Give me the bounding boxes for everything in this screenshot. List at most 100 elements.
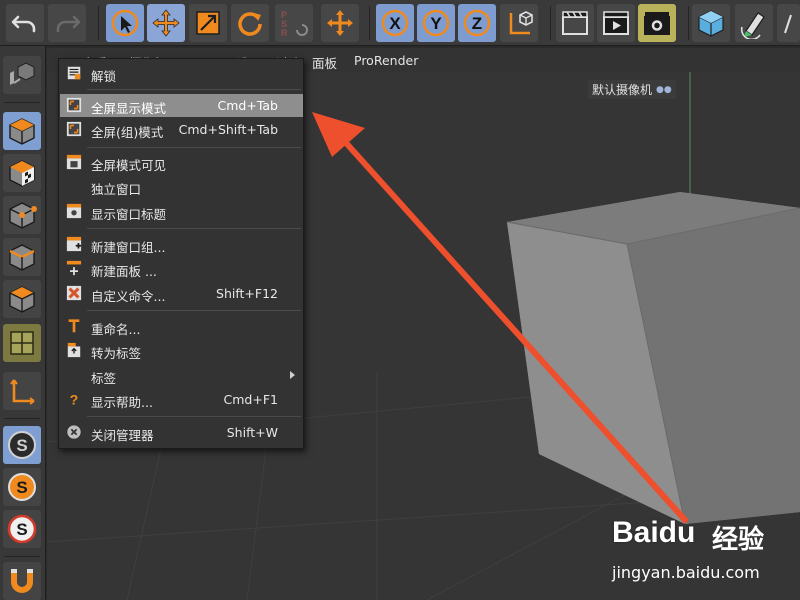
menu-item-show-help[interactable]: ? 显示帮助... Cmd+F1 [60,388,303,411]
y-axis-label: Y [430,14,442,33]
menu-item-fullscreen-mode[interactable]: 全屏显示模式 Cmd+Tab [60,94,303,117]
menu-item-rename[interactable]: 重命名... [60,315,303,338]
scale-icon [196,11,220,35]
close-manager-icon [65,423,83,441]
edge-mode-button[interactable] [3,238,41,276]
menu-item-convert-to-tab[interactable]: 转为标签 [60,339,303,362]
rotate-icon [238,12,262,36]
menu-item-label: 标签 [91,371,117,386]
menu-item-tabs-submenu[interactable]: 标签 [60,364,303,387]
menu-item-unlock[interactable]: 解锁 [60,62,303,85]
viewport-menu-panel[interactable]: 面板 [312,53,337,72]
custom-command-icon [65,284,83,302]
snap-toggle-button[interactable]: S [3,426,41,464]
menu-item-label: 新建面板 ... [91,264,157,279]
axis-mode-button[interactable] [3,372,41,410]
select-tool-button[interactable] [106,4,144,42]
render-picture-viewer-button[interactable] [597,4,635,42]
z-axis-icon: Z [463,9,491,37]
menu-item-close-manager[interactable]: 关闭管理器 Shift+W [60,421,303,444]
svg-text:S: S [16,436,27,455]
snap-icon: S [8,431,36,459]
menu-item-customize-commands[interactable]: 自定义命令... Shift+F12 [60,282,303,305]
pen-tool-button[interactable] [735,4,773,42]
texture-mode-icon [9,160,35,187]
z-axis-label: Z [472,14,482,33]
magnet-tool-button[interactable] [3,562,41,600]
snap-workplane-icon: S [7,514,37,544]
menu-item-label: 全屏(组)模式 [91,125,164,140]
menu-item-label: 显示帮助... [91,395,153,410]
menu-item-shortcut: Cmd+F1 [223,392,278,407]
x-axis-button[interactable]: X [376,4,414,42]
model-mode-button[interactable] [3,112,41,150]
clapper-icon [562,11,588,35]
menu-item-label: 关闭管理器 [91,428,154,443]
psr-icon: PSR [281,10,308,38]
move-dropdown-button[interactable] [321,4,359,42]
make-editable-icon [10,62,35,85]
cube-object[interactable] [506,192,800,525]
model-mode-icon [9,118,35,145]
menu-item-new-panel[interactable]: 新建面板 ... [60,257,303,280]
panel-context-menu: 解锁 全屏显示模式 Cmd+Tab 全屏(组)模式 Cmd+Shift+Tab … [58,58,304,449]
window-title-icon [65,202,83,220]
x-axis-icon: X [381,9,409,37]
viewport-menu-prorender[interactable]: ProRender [354,53,418,68]
render-view-button[interactable] [556,4,594,42]
cube-primitive-button[interactable] [692,4,730,42]
svg-text:R: R [281,28,288,38]
make-editable-button[interactable] [3,56,41,94]
watermark-cn: 经验 [712,525,765,555]
menu-item-label: 全屏显示模式 [91,101,167,116]
snap-settings-button[interactable]: S [3,468,41,506]
uv-grid-icon [10,331,34,355]
help-icon: ? [65,390,83,408]
svg-text:?: ? [70,392,79,407]
snap-workplane-button[interactable]: S [3,510,41,548]
coordinate-system-button[interactable] [500,4,538,42]
psr-button[interactable]: PSR [275,4,313,42]
camera-label[interactable]: 默认摄像机 ●● [588,80,676,99]
coordinate-system-icon [509,11,533,35]
render-settings-button[interactable] [638,4,676,42]
move-icon [152,9,180,37]
y-axis-icon: Y [422,9,450,37]
new-window-group-icon [65,235,83,253]
cursor-icon [111,9,139,37]
menu-item-separate-window[interactable]: 独立窗口 [60,175,303,198]
edge-mode-icon [9,244,35,271]
menu-item-fullscreen-group[interactable]: 全屏(组)模式 Cmd+Shift+Tab [60,118,303,141]
menu-item-label: 重命名... [91,322,141,337]
toolbar-overflow[interactable] [777,4,800,42]
uv-mode-button[interactable] [3,324,41,362]
menu-item-label: 转为标签 [91,346,142,361]
rotate-tool-button[interactable] [231,4,269,42]
polygon-mode-button[interactable] [3,280,41,318]
menu-item-new-window-group[interactable]: 新建窗口组... [60,233,303,256]
menu-item-show-window-title[interactable]: 显示窗口标题 [60,200,303,223]
menu-item-label: 自定义命令... [91,289,166,304]
move-tool-button[interactable] [147,4,185,42]
to-tab-icon [65,341,83,359]
texture-mode-button[interactable] [3,154,41,192]
z-axis-button[interactable]: Z [458,4,496,42]
axis-icon [10,379,35,405]
menu-item-fullscreen-visible[interactable]: 全屏模式可见 [60,151,303,174]
point-mode-button[interactable] [3,196,41,234]
scale-tool-button[interactable] [189,4,227,42]
menu-item-label: 新建窗口组... [91,240,166,255]
menu-item-label: 全屏模式可见 [91,158,167,173]
redo-button[interactable] [48,4,86,42]
undo-button[interactable] [6,4,44,42]
camera-label-text: 默认摄像机 [592,83,653,97]
snap-orange-icon: S [8,473,36,501]
new-panel-icon [65,259,83,277]
redo-icon [56,15,81,33]
magnet-icon [11,569,33,593]
y-axis-button[interactable]: Y [417,4,455,42]
unlock-icon [65,64,83,82]
move-icon [327,10,353,36]
svg-text:S: S [16,478,27,497]
clapper-gear-icon [644,12,670,35]
